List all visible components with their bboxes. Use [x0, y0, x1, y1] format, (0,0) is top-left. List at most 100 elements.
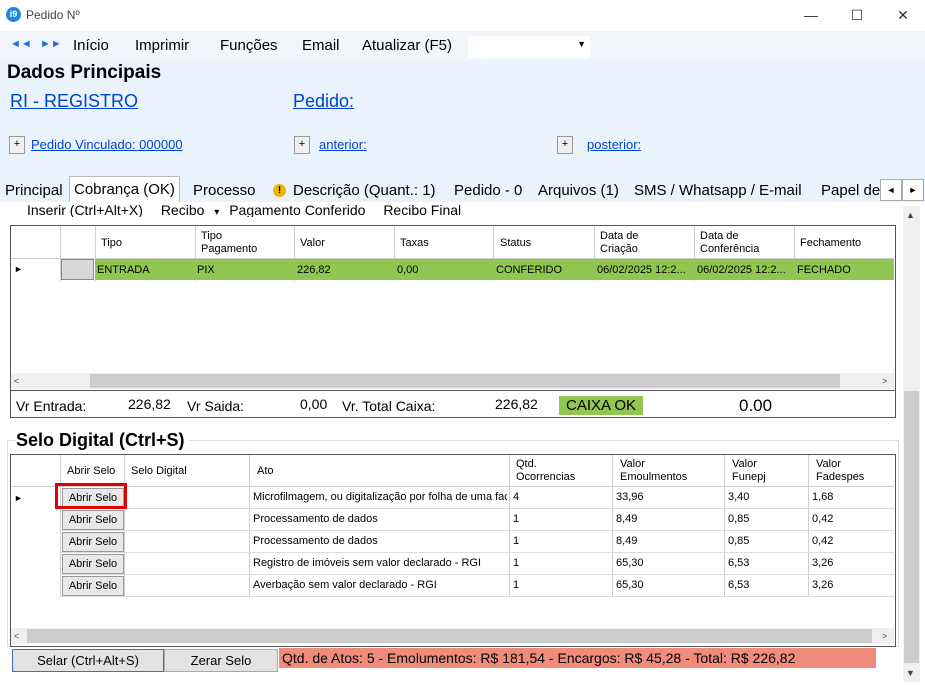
cell-fechamento: FECHADO	[797, 264, 851, 276]
cell-tipo-pagamento: PIX	[197, 264, 215, 276]
col-tipo-pagamento[interactable]: Tipo Pagamento	[201, 230, 271, 256]
col-fechamento[interactable]: Fechamento	[800, 237, 861, 250]
recibo-dropdown-icon[interactable]: ▾	[214, 207, 219, 217]
col-ato[interactable]: Ato	[257, 465, 274, 478]
cell-fadespes: 0,42	[812, 535, 834, 547]
toolbar-combo[interactable]: ▼	[468, 36, 590, 58]
col-abrir-selo[interactable]: Abrir Selo	[67, 465, 115, 478]
vr-saida-label: Vr Saida:	[187, 398, 245, 414]
selar-button[interactable]: Selar (Ctrl+Alt+S)	[12, 649, 164, 672]
highlight-annotation	[55, 483, 127, 509]
scroll-down-icon[interactable]: ▼	[906, 668, 915, 678]
col-status[interactable]: Status	[500, 237, 531, 250]
cell-emolumentos: 8,49	[616, 513, 638, 525]
cell-fadespes: 0,42	[812, 513, 834, 525]
cell-emolumentos: 65,30	[616, 557, 644, 569]
abrir-selo-button[interactable]: Abrir Selo	[62, 532, 124, 552]
scroll-up-icon[interactable]: ▲	[906, 210, 915, 220]
col-valor[interactable]: Valor	[300, 237, 325, 250]
menu-email[interactable]: Email	[302, 37, 340, 54]
cell-emolumentos: 65,30	[616, 579, 644, 591]
vinculado-link[interactable]: Pedido Vinculado: 000000	[31, 137, 183, 152]
cell-fadespes: 1,68	[812, 491, 834, 503]
anterior-link[interactable]: anterior:	[319, 137, 367, 152]
cell-ato: Processamento de dados	[253, 535, 378, 547]
cell-taxas: 0,00	[397, 264, 419, 276]
col-selo-digital[interactable]: Selo Digital	[131, 465, 187, 478]
cell-fadespes: 3,26	[812, 557, 834, 569]
col-qtd-ocorrencias[interactable]: Qtd. Ocorrencias	[516, 458, 586, 484]
close-button[interactable]: ✕	[880, 0, 925, 31]
selo-title: Selo Digital (Ctrl+S)	[16, 430, 189, 451]
menu-imprimir[interactable]: Imprimir	[135, 37, 189, 54]
back-icon[interactable]: ◄◄	[10, 38, 32, 50]
cell-valor: 226,82	[297, 264, 331, 276]
col-tipo[interactable]: Tipo	[101, 237, 122, 250]
menu-atualizar[interactable]: Atualizar (F5)	[362, 37, 452, 54]
selo-hscroll-thumb[interactable]	[27, 629, 872, 643]
scroll-right-icon[interactable]: >	[882, 631, 887, 641]
cell-data-conferencia: 06/02/2025 12:2...	[697, 264, 786, 276]
summary-bar: Qtd. de Atos: 5 - Emolumentos: R$ 181,54…	[279, 648, 876, 668]
cobranca-hscroll-thumb[interactable]	[90, 374, 840, 388]
cell-emolumentos: 33,96	[616, 491, 644, 503]
expand-vinculado-button[interactable]: +	[9, 136, 25, 154]
minimize-button[interactable]: —	[788, 0, 834, 31]
row-indicator-icon: ►	[14, 493, 23, 503]
col-data-conferencia[interactable]: Data de Conferência	[700, 230, 780, 256]
col-valor-funepj[interactable]: Valor Funepj	[732, 458, 777, 484]
cell-funepj: 6,53	[728, 557, 750, 569]
expand-anterior-button[interactable]: +	[294, 136, 310, 154]
row-selector-cell[interactable]	[61, 259, 94, 280]
cell-data-criacao: 06/02/2025 12:2...	[597, 264, 686, 276]
tab-cobranca[interactable]: Cobrança (OK)	[69, 176, 180, 203]
tab-principal[interactable]: Principal	[1, 180, 67, 202]
menu-funcoes[interactable]: Funções	[220, 37, 278, 54]
abrir-selo-button[interactable]: Abrir Selo	[62, 554, 124, 574]
registry-link[interactable]: RI - REGISTRO	[10, 91, 138, 112]
vr-total-value: 226,82	[495, 396, 538, 412]
app-icon: i9	[6, 7, 21, 22]
tab-scroll-left-icon[interactable]: ◄	[880, 179, 902, 201]
cell-qtd: 4	[513, 491, 520, 503]
recibo-button[interactable]: Recibo	[161, 202, 205, 217]
tab-sms[interactable]: SMS / Whatsapp / E-mail	[630, 180, 806, 202]
abrir-selo-button[interactable]: Abrir Selo	[62, 510, 124, 530]
pagamento-conferido-button[interactable]: Pagamento Conferido	[229, 202, 365, 217]
window-title: Pedido Nº	[26, 8, 80, 22]
scroll-left-icon[interactable]: <	[14, 376, 19, 386]
cell-ato: Microfilmagem, ou digitalização por folh…	[253, 491, 507, 503]
col-data-criacao[interactable]: Data de Criação	[600, 230, 660, 256]
cell-funepj: 3,40	[728, 491, 750, 503]
menu-inicio[interactable]: Início	[73, 37, 109, 54]
cell-emolumentos: 8,49	[616, 535, 638, 547]
col-valor-fadespes[interactable]: Valor Fadespes	[816, 458, 871, 484]
tab-pedido[interactable]: Pedido - 0	[450, 180, 526, 202]
tab-descricao[interactable]: Descrição (Quant.: 1)	[289, 180, 440, 202]
vr-total-label: Vr. Total Caixa:	[342, 398, 436, 414]
scroll-left-icon[interactable]: <	[14, 631, 19, 641]
cell-qtd: 1	[513, 513, 520, 525]
scroll-right-icon[interactable]: >	[882, 376, 887, 386]
vr-saida-value: 0,00	[300, 396, 328, 412]
cell-status: CONFERIDO	[496, 264, 562, 276]
forward-icon[interactable]: ►►	[40, 38, 62, 50]
saldo-value: 0.00	[739, 396, 773, 415]
vertical-scroll-thumb[interactable]	[904, 391, 919, 663]
posterior-link[interactable]: posterior:	[587, 137, 641, 152]
recibo-final-button[interactable]: Recibo Final	[383, 202, 461, 217]
inserir-button[interactable]: Inserir (Ctrl+Alt+X)	[27, 202, 143, 217]
tab-papel[interactable]: Papel de	[817, 180, 885, 202]
vr-entrada-value: 226,82	[128, 396, 171, 412]
tab-arquivos[interactable]: Arquivos (1)	[534, 180, 623, 202]
zerar-selo-button[interactable]: Zerar Selo	[164, 649, 278, 672]
cell-tipo: ENTRADA	[97, 264, 150, 276]
expand-posterior-button[interactable]: +	[557, 136, 573, 154]
pedido-link[interactable]: Pedido:	[293, 91, 354, 112]
col-valor-emolumentos[interactable]: Valor Emoulmentos	[620, 458, 695, 484]
col-taxas[interactable]: Taxas	[400, 237, 429, 250]
tab-processo[interactable]: Processo	[189, 180, 260, 202]
maximize-button[interactable]: ☐	[834, 0, 880, 31]
abrir-selo-button[interactable]: Abrir Selo	[62, 576, 124, 596]
tab-scroll-right-icon[interactable]: ►	[902, 179, 924, 201]
